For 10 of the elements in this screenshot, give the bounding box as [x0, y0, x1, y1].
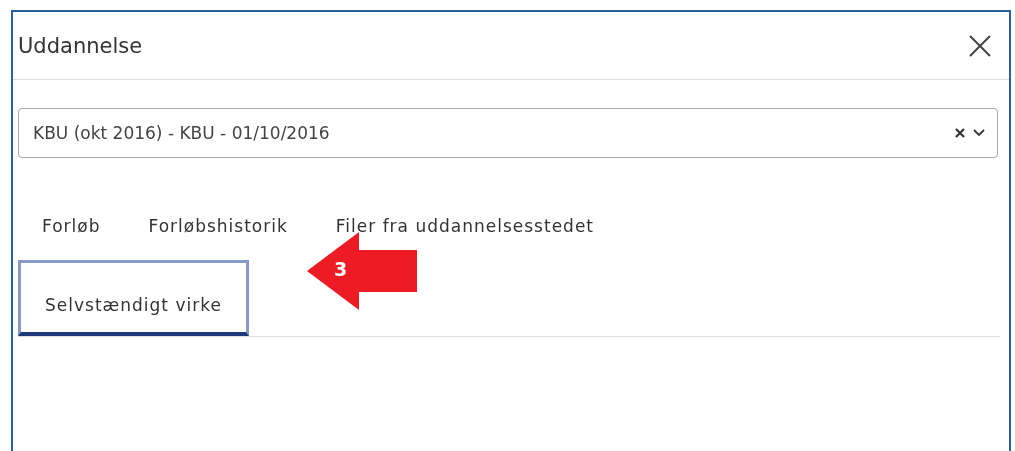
close-icon[interactable] [969, 34, 991, 57]
tab[interactable]: Filer fra uddannelsesstedet [311, 196, 618, 256]
tab[interactable]: Selvstændigt virke [18, 260, 249, 336]
callout-number: 3 [334, 258, 348, 280]
clear-icon[interactable] [955, 128, 965, 138]
chevron-icon[interactable] [973, 129, 985, 137]
tab[interactable]: Forløbshistorik [124, 196, 312, 256]
tab[interactable]: Forløb [18, 196, 125, 256]
dialog-title: Uddannelse [18, 33, 143, 58]
select-field[interactable]: KBU (okt 2016) - KBU - 01/10/2016 [18, 108, 998, 158]
